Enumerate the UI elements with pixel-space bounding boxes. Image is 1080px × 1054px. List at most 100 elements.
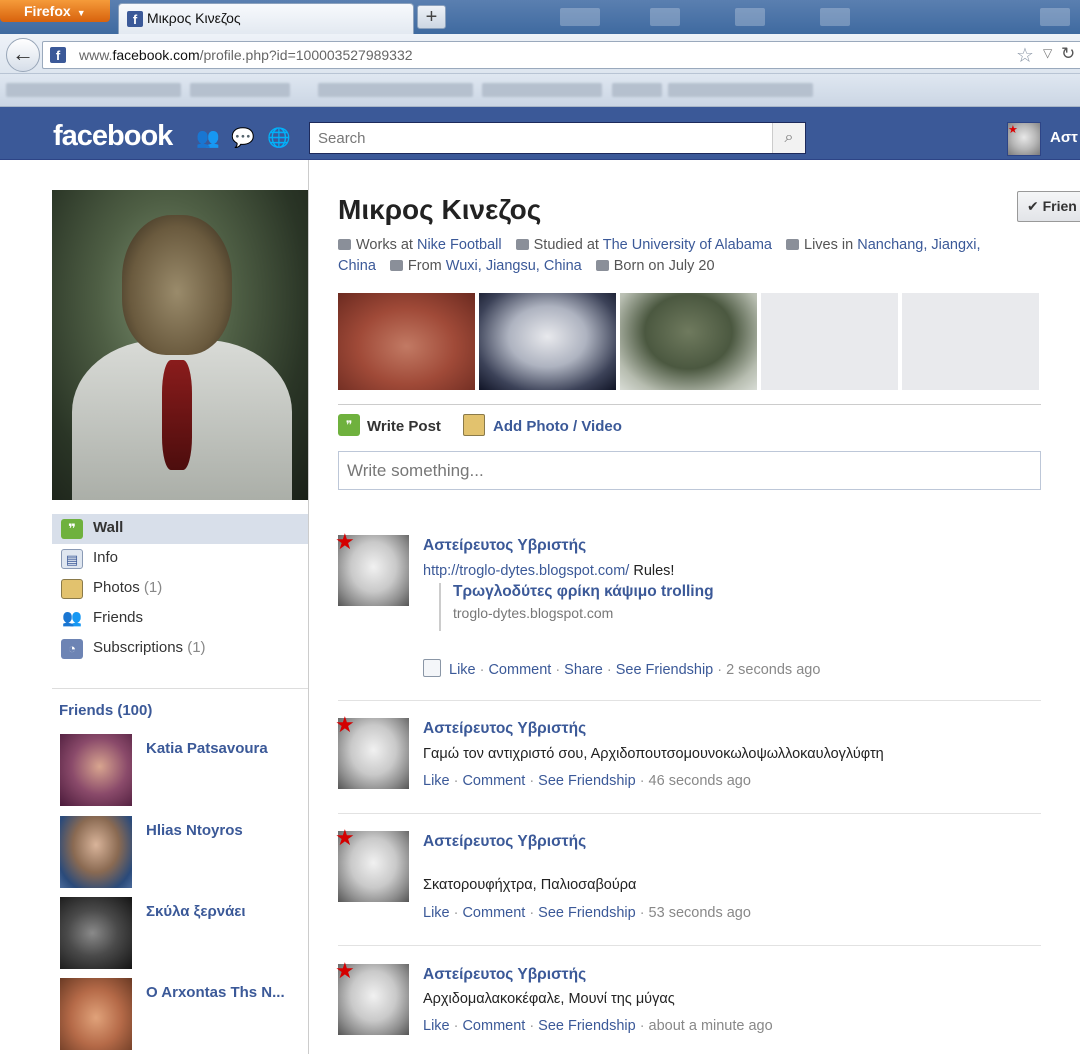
sidebar-item-info[interactable]: ▤ Info [52,544,308,574]
browser-nav-bar: ← f www.facebook.com/profile.php?id=1000… [0,34,1080,74]
firefox-menu-button[interactable]: Firefox ▼ [0,0,110,22]
new-tab-button[interactable]: + [417,5,446,29]
comment-link[interactable]: Comment [462,1018,525,1034]
friend-avatar[interactable] [60,816,132,888]
current-city-link[interactable]: China [338,258,376,274]
write-post-tab[interactable]: Write Post [367,418,441,435]
background-decoration [1040,8,1070,26]
friend-item[interactable]: Hlias Ntoyros [60,816,300,888]
hometown-link[interactable]: Wuxi, Jiangsu, China [446,258,582,274]
check-icon: ✔ [1027,198,1043,214]
sidebar-item-subscriptions[interactable]: ◔ Subscriptions (1) [52,634,308,664]
link-attachment[interactable]: Τρωγλοδύτες φρίκη κάψιμο trolling troglo… [439,583,714,631]
friend-name[interactable]: Σκύλα ξερνάει [146,903,246,920]
photo-strip [338,293,1041,390]
friends-icon: 👥 [62,610,82,627]
bookmark-item[interactable] [612,83,662,97]
post-author[interactable]: Αστείρευτος Υβριστής [423,537,586,555]
friend-avatar[interactable] [60,978,132,1050]
post-author[interactable]: Αστείρευτος Υβριστής [423,720,586,738]
friend-item[interactable]: O Arxontas Ths N... [60,978,300,1050]
friend-requests-icon[interactable]: 👥 [196,126,220,150]
friend-avatar[interactable] [60,897,132,969]
add-photo-tab[interactable]: Add Photo / Video [493,418,622,435]
tab-title: Μικρος Κινεζος [147,10,241,26]
photo-thumbnail[interactable] [620,293,757,390]
write-post-icon[interactable]: ❞ [338,414,360,436]
bookmark-item[interactable] [482,83,602,97]
comment-link[interactable]: Comment [462,773,525,789]
search-button[interactable]: ⌕ [772,123,805,153]
calendar-icon [595,260,609,271]
post-author-avatar[interactable]: ★ [335,958,409,1035]
graduation-cap-icon [515,239,529,250]
like-link[interactable]: Like [423,1018,450,1034]
like-link[interactable]: Like [449,662,476,678]
post-text: Γαμώ τον αντιχριστό σου, Αρχιδοπουτσομου… [423,746,884,762]
url-bar[interactable]: f www.facebook.com/profile.php?id=100003… [42,41,1080,69]
url-text: www.facebook.com/profile.php?id=10000352… [79,47,413,63]
sidebar-item-label: Wall [93,519,124,536]
search-input[interactable] [309,122,806,154]
like-link[interactable]: Like [423,773,450,789]
profile-picture[interactable] [52,190,308,500]
friend-name[interactable]: Katia Patsavoura [146,740,268,757]
friend-item[interactable]: Σκύλα ξερνάει [60,897,300,969]
info-icon: ▤ [61,549,83,569]
sidebar-item-friends[interactable]: 👥 Friends [52,604,308,634]
divider [338,700,1041,701]
messages-icon[interactable]: 💬 [231,126,255,150]
facebook-logo[interactable]: facebook [53,120,173,153]
post-author[interactable]: Αστείρευτος Υβριστής [423,966,586,984]
bookmark-item[interactable] [668,83,813,97]
sidebar-item-photos[interactable]: Photos (1) [52,574,308,604]
photo-thumbnail[interactable] [479,293,616,390]
post-timestamp[interactable]: about a minute ago [649,1018,773,1034]
work-link[interactable]: Nike Football [417,237,502,253]
attachment-title[interactable]: Τρωγλοδύτες φρίκη κάψιμο trolling [453,583,714,601]
header-user-name[interactable]: Αστ [1050,129,1078,146]
friend-name[interactable]: O Arxontas Ths N... [146,984,285,1001]
comment-link[interactable]: Comment [462,905,525,921]
info-label: Works at [356,237,413,253]
photo-thumbnail[interactable] [338,293,475,390]
see-friendship-link[interactable]: See Friendship [538,905,636,921]
reload-icon[interactable]: ↻ [1061,44,1075,64]
bookmark-item[interactable] [190,83,290,97]
see-friendship-link[interactable]: See Friendship [616,662,714,678]
post-timestamp[interactable]: 2 seconds ago [726,662,820,678]
like-link[interactable]: Like [423,905,450,921]
notifications-globe-icon[interactable]: 🌐 [267,126,291,150]
sidebar-item-wall[interactable]: ❞ Wall [52,514,308,544]
friend-status-button[interactable]: ✔ Frien [1017,191,1080,222]
profile-info: Works at Nike Football Studied at The Un… [338,235,1038,277]
post-author-avatar[interactable]: ★ [335,529,409,606]
browser-tab[interactable]: f Μικρος Κινεζος [118,3,414,34]
post-link[interactable]: http://troglo-dytes.blogspot.com/ [423,563,629,579]
school-link[interactable]: The University of Alabama [603,237,772,253]
post-author[interactable]: Αστείρευτος Υβριστής [423,833,586,851]
share-link[interactable]: Share [564,662,603,678]
see-friendship-link[interactable]: See Friendship [538,773,636,789]
post-timestamp[interactable]: 53 seconds ago [649,905,751,921]
header-avatar[interactable]: ★ [1007,122,1041,156]
url-domain: facebook.com [112,47,200,63]
url-dropdown-icon[interactable]: ▽ [1043,46,1052,60]
friend-avatar[interactable] [60,734,132,806]
see-friendship-link[interactable]: See Friendship [538,1018,636,1034]
post-timestamp[interactable]: 46 seconds ago [649,773,751,789]
friend-name[interactable]: Hlias Ntoyros [146,822,243,839]
friend-item[interactable]: Katia Patsavoura [60,734,300,806]
post-author-avatar[interactable]: ★ [335,825,409,902]
friends-box-title[interactable]: Friends (100) [59,702,152,719]
background-decoration [560,8,600,26]
back-button[interactable]: ← [6,38,40,72]
bookmark-item[interactable] [318,83,473,97]
bookmark-star-icon[interactable]: ☆ [1016,43,1034,68]
post-author-avatar[interactable]: ★ [335,712,409,789]
current-city-link[interactable]: Nanchang, Jiangxi, [857,237,980,253]
comment-link[interactable]: Comment [488,662,551,678]
write-something-input[interactable] [338,451,1041,490]
bookmark-item[interactable] [6,83,181,97]
add-photo-icon[interactable] [463,414,485,436]
